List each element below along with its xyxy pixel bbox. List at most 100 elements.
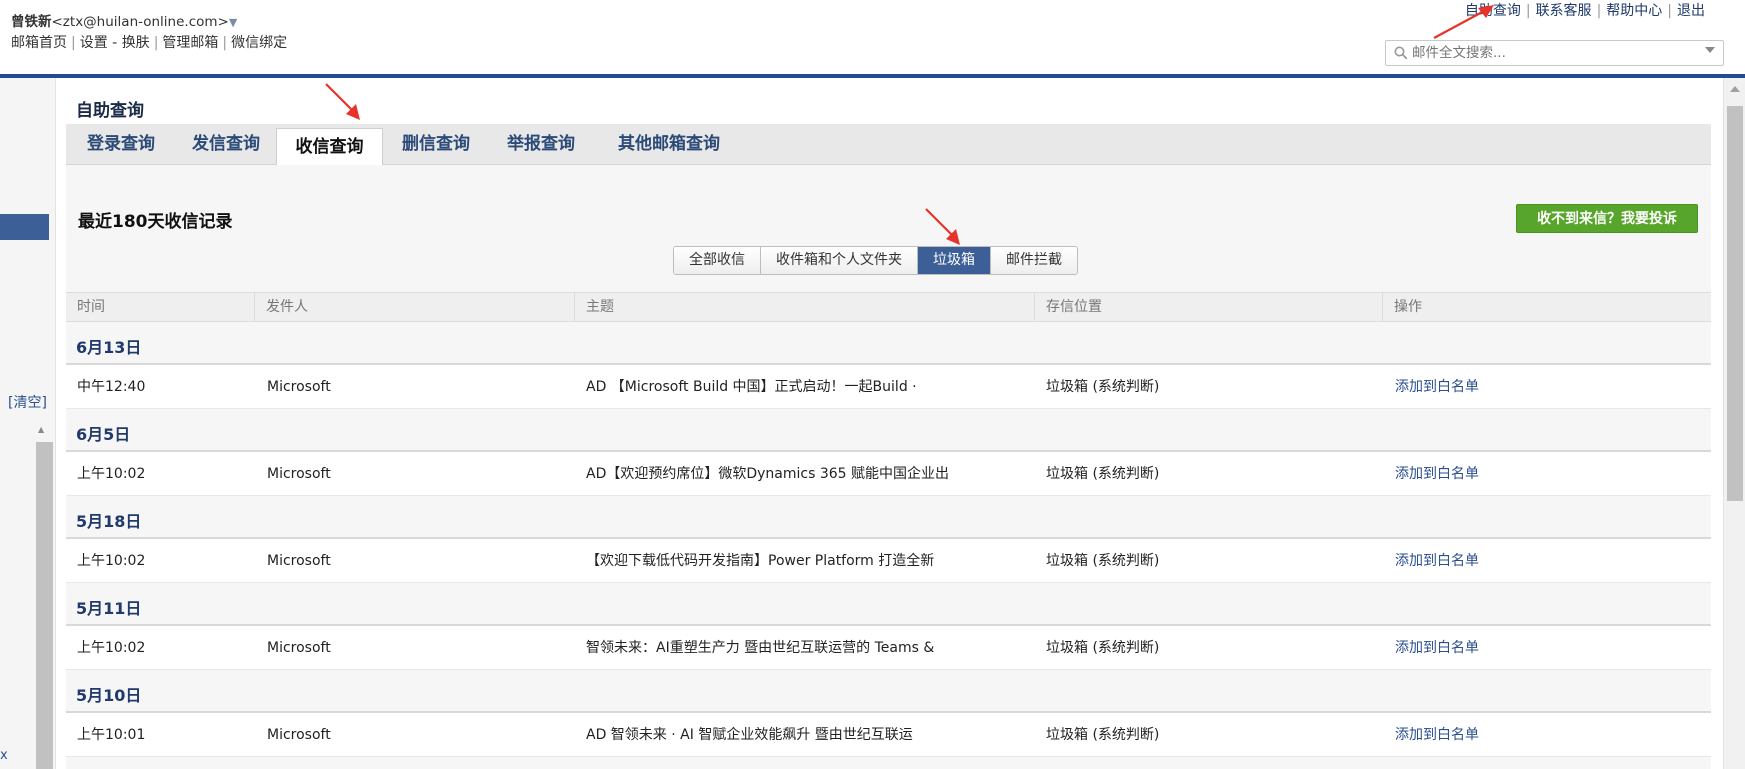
sidebar-bottom-label[interactable]: x [0,748,8,763]
tab-other-mailbox-query[interactable]: 其他邮箱查询 [593,124,745,165]
user-email: <ztx@huilan-online.com> [51,14,229,30]
date-label: 6月13日 [76,338,142,357]
filter-all-mail[interactable]: 全部收信 [674,247,761,274]
table-row[interactable]: 上午10:02 Microsoft AD【欢迎预约席位】微软Dynamics 3… [66,452,1711,496]
tab-delete-query[interactable]: 删信查询 [383,124,489,165]
date-group-header: 6月5日 [66,409,1711,452]
column-header-time: 时间 [66,293,255,321]
scroll-up-icon[interactable] [1730,86,1740,92]
cell-time: 上午10:02 [77,466,146,482]
table-row[interactable]: 上午10:01 Microsoft AD 智领未来 · AI 智赋企业效能飙升 … [66,713,1711,757]
date-group-header: 5月18日 [66,496,1711,539]
cell-sender: Microsoft [267,379,331,395]
receive-records-table: 时间 发件人 主题 存信位置 操作 6月13日 中午12:40 Microsof… [66,292,1711,757]
search-icon [1394,46,1408,60]
sidebar-scrollbar[interactable] [36,442,53,769]
link-separator: | [1525,3,1531,19]
page-title: 自助查询 [76,101,144,121]
cell-location: 垃圾箱 (系统判断) [1046,640,1160,656]
cell-location: 垃圾箱 (系统判断) [1046,727,1160,743]
cell-time: 上午10:01 [77,727,146,743]
date-group-header: 6月13日 [66,322,1711,365]
cell-subject: 智领未来：AI重塑生产力 暨由世纪互联运营的 Teams & [586,640,935,656]
scrollbar-thumb[interactable] [1727,106,1743,501]
cell-subject: AD【欢迎预约席位】微软Dynamics 365 赋能中国企业出 [586,466,950,482]
search-box[interactable] [1385,40,1724,66]
query-tabs: 登录查询 发信查询 收信查询 删信查询 举报查询 其他邮箱查询 [66,124,1711,166]
clear-link[interactable]: [清空] [8,392,47,412]
top-nav: 邮箱首页 | 设置 - 换肤 | 管理邮箱 | 微信绑定 [11,32,287,52]
date-group-header: 5月11日 [66,583,1711,626]
receive-records-panel: 最近180天收信记录 收不到来信？我要投诉 全部收信 收件箱和个人文件夹 垃圾箱… [66,165,1711,769]
tab-login-query[interactable]: 登录查询 [66,124,176,165]
add-to-whitelist-link[interactable]: 添加到白名单 [1395,452,1479,496]
search-dropdown-icon[interactable] [1705,47,1715,53]
cell-location: 垃圾箱 (系统判断) [1046,379,1160,395]
add-to-whitelist-link[interactable]: 添加到白名单 [1395,626,1479,670]
date-label: 5月18日 [76,512,142,531]
table-row[interactable]: 上午10:02 Microsoft 智领未来：AI重塑生产力 暨由世纪互联运营的… [66,626,1711,670]
link-separator: | [1667,3,1672,19]
link-logout[interactable]: 退出 [1677,3,1705,19]
filter-spam[interactable]: 垃圾箱 [918,247,991,274]
cell-sender: Microsoft [267,466,331,482]
add-to-whitelist-link[interactable]: 添加到白名单 [1395,539,1479,583]
cell-sender: Microsoft [267,727,331,743]
page-scrollbar[interactable] [1723,78,1745,769]
cell-location: 垃圾箱 (系统判断) [1046,466,1160,482]
complain-button[interactable]: 收不到来信？我要投诉 [1516,204,1698,233]
filter-inbox-folders[interactable]: 收件箱和个人文件夹 [761,247,918,274]
search-input[interactable] [1412,44,1692,62]
column-header-location: 存信位置 [1035,293,1383,321]
mail-filter-group: 全部收信 收件箱和个人文件夹 垃圾箱 邮件拦截 [673,246,1078,275]
nav-manage-mailbox[interactable]: 管理邮箱 [162,35,218,51]
column-header-subject: 主题 [575,293,1035,321]
nav-separator: | [71,35,76,51]
cell-location: 垃圾箱 (系统判断) [1046,553,1160,569]
tab-report-query[interactable]: 举报查询 [489,124,593,165]
filter-blocked[interactable]: 邮件拦截 [991,247,1077,274]
date-label: 5月10日 [76,686,142,705]
sidebar-active-item[interactable] [0,214,49,240]
cell-time: 中午12:40 [77,379,146,395]
nav-separator: | [222,35,228,51]
link-help-center[interactable]: 帮助中心 [1606,3,1662,19]
cell-subject: AD 智领未来 · AI 智赋企业效能飙升 暨由世纪互联运 [586,727,913,743]
sidebar-scroll-up-icon[interactable]: ▲ [38,425,44,434]
date-label: 6月5日 [76,425,131,444]
column-header-sender: 发件人 [255,293,575,321]
nav-dash: - [112,35,118,51]
cell-sender: Microsoft [267,553,331,569]
top-right-links: 自助查询 | 联系客服 | 帮助中心 | 退出 [1465,0,1705,20]
add-to-whitelist-link[interactable]: 添加到白名单 [1395,365,1479,409]
top-bar: 曾铁新<ztx@huilan-online.com>▼ 邮箱首页 | 设置 - 换肤… [0,0,1745,74]
cell-sender: Microsoft [267,640,331,656]
tab-receive-query[interactable]: 收信查询 [276,128,383,166]
cell-time: 上午10:02 [77,553,146,569]
table-header: 时间 发件人 主题 存信位置 操作 [66,292,1711,322]
nav-skin[interactable]: 换肤 [122,35,150,51]
add-to-whitelist-link[interactable]: 添加到白名单 [1395,713,1479,757]
date-label: 5月11日 [76,599,142,618]
nav-wechat-bind[interactable]: 微信绑定 [231,35,287,51]
nav-mail-home[interactable]: 邮箱首页 [11,35,67,51]
cell-time: 上午10:02 [77,640,146,656]
user-menu-caret-icon[interactable]: ▼ [229,16,237,29]
section-title: 最近180天收信记录 [78,212,233,232]
cell-subject: AD 【Microsoft Build 中国】正式启动！一起Build · [586,379,917,395]
nav-separator: | [153,35,159,51]
table-row[interactable]: 中午12:40 Microsoft AD 【Microsoft Build 中国… [66,365,1711,409]
main-panel: 自助查询 登录查询 发信查询 收信查询 删信查询 举报查询 其他邮箱查询 最近1… [66,78,1711,769]
link-contact-support[interactable]: 联系客服 [1536,3,1592,19]
date-group-header: 5月10日 [66,670,1711,713]
table-row[interactable]: 上午10:02 Microsoft 【欢迎下载低代码开发指南】Power Pla… [66,539,1711,583]
user-name: 曾铁新 [11,14,52,30]
user-info[interactable]: 曾铁新<ztx@huilan-online.com>▼ [11,10,237,30]
link-separator: | [1596,3,1602,19]
link-self-service[interactable]: 自助查询 [1465,3,1521,19]
nav-settings[interactable]: 设置 [80,35,108,51]
tab-send-query[interactable]: 发信查询 [176,124,276,165]
left-sidebar: [清空] ▲ x [0,78,56,769]
column-header-action: 操作 [1394,299,1422,315]
cell-subject: 【欢迎下载低代码开发指南】Power Platform 打造全新 [586,553,935,569]
